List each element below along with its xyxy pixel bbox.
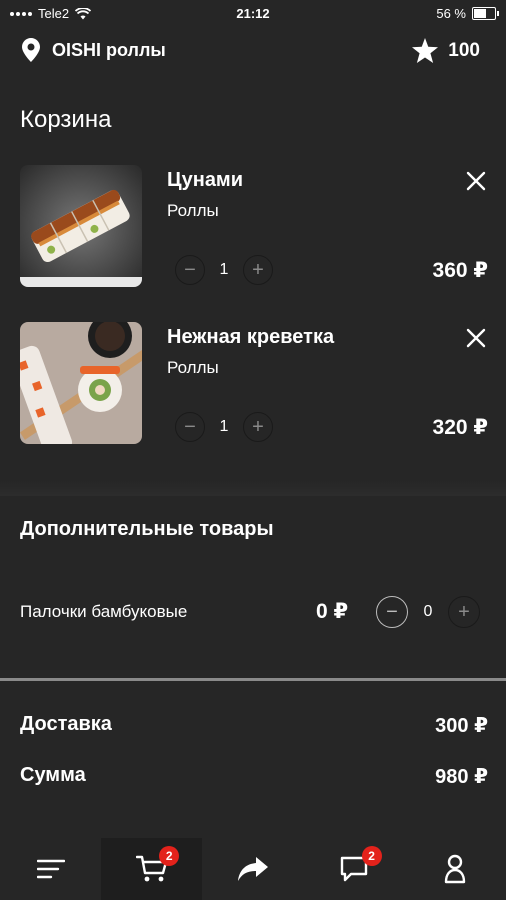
extras-title: Дополнительные товары [20, 518, 274, 540]
product-image [20, 165, 142, 287]
decrease-button[interactable]: − [175, 255, 205, 285]
extra-item-price: 0 ₽ [316, 600, 349, 623]
clock: 21:12 [236, 6, 270, 21]
item-name: Цунами [167, 169, 244, 191]
points-badge[interactable]: 100 [412, 38, 480, 63]
cart-item: Нежная креветка Роллы − 1 + 320 ₽ [0, 322, 506, 448]
increase-button[interactable]: + [448, 596, 480, 628]
status-bar: Tele2 21:12 56 % [0, 0, 506, 28]
quantity-stepper: − 1 + [175, 255, 273, 285]
store-name: OISHI роллы [52, 39, 166, 60]
quantity-stepper: − 0 + [376, 596, 480, 628]
item-price: 320 ₽ [432, 416, 488, 439]
tab-menu[interactable] [0, 838, 101, 900]
battery-fill [474, 9, 487, 18]
star-icon [412, 38, 439, 63]
quantity-stepper: − 1 + [175, 412, 273, 442]
minus-icon: − [184, 416, 196, 438]
item-name: Нежная креветка [167, 326, 335, 348]
divider [0, 678, 506, 681]
tab-share[interactable] [202, 838, 303, 900]
battery-icon [472, 7, 499, 20]
close-icon[interactable] [464, 169, 488, 193]
menu-icon [36, 859, 65, 879]
increase-button[interactable]: + [243, 255, 273, 285]
minus-icon: − [184, 259, 196, 281]
cart-item: Цунами Роллы − 1 + 360 ₽ [0, 165, 506, 291]
total-value: 980 ₽ [435, 766, 488, 788]
cart-badge: 2 [159, 846, 180, 866]
share-icon [238, 857, 268, 881]
store-selector[interactable]: OISHI роллы [22, 38, 166, 62]
product-image [20, 322, 142, 444]
close-icon[interactable] [464, 326, 488, 350]
quantity-value: 0 [423, 603, 433, 620]
page-title: Корзина [20, 106, 112, 133]
total-row: Сумма 980 ₽ [0, 764, 506, 794]
plus-icon: + [252, 259, 264, 281]
minus-icon: − [386, 601, 398, 623]
extra-item: Палочки бамбуковые 0 ₽ − 0 + [0, 596, 506, 630]
decrease-button[interactable]: − [175, 412, 205, 442]
decrease-button[interactable]: − [376, 596, 408, 628]
extra-item-name: Палочки бамбуковые [20, 602, 188, 621]
increase-button[interactable]: + [243, 412, 273, 442]
status-right: 56 % [436, 6, 499, 21]
delivery-label: Доставка [20, 713, 112, 735]
tab-profile[interactable] [405, 838, 506, 900]
item-price: 360 ₽ [432, 259, 488, 282]
plus-icon: + [252, 416, 264, 438]
item-category: Роллы [167, 358, 219, 377]
tab-cart[interactable]: 2 [101, 838, 203, 900]
tab-messages[interactable]: 2 [304, 838, 405, 900]
location-pin-icon [22, 38, 40, 62]
total-label: Сумма [20, 764, 86, 786]
profile-icon [445, 854, 466, 884]
quantity-value: 1 [219, 261, 229, 278]
points-value: 100 [448, 39, 480, 61]
battery-label: 56 % [436, 6, 466, 21]
delivery-value: 300 ₽ [435, 715, 488, 737]
header: OISHI роллы 100 [0, 38, 506, 68]
item-category: Роллы [167, 201, 219, 220]
tab-bar: 2 2 [0, 838, 506, 900]
plus-icon: + [458, 601, 470, 623]
delivery-row: Доставка 300 ₽ [0, 713, 506, 743]
section-divider [0, 480, 506, 496]
messages-badge: 2 [361, 846, 382, 866]
quantity-value: 1 [219, 418, 229, 435]
